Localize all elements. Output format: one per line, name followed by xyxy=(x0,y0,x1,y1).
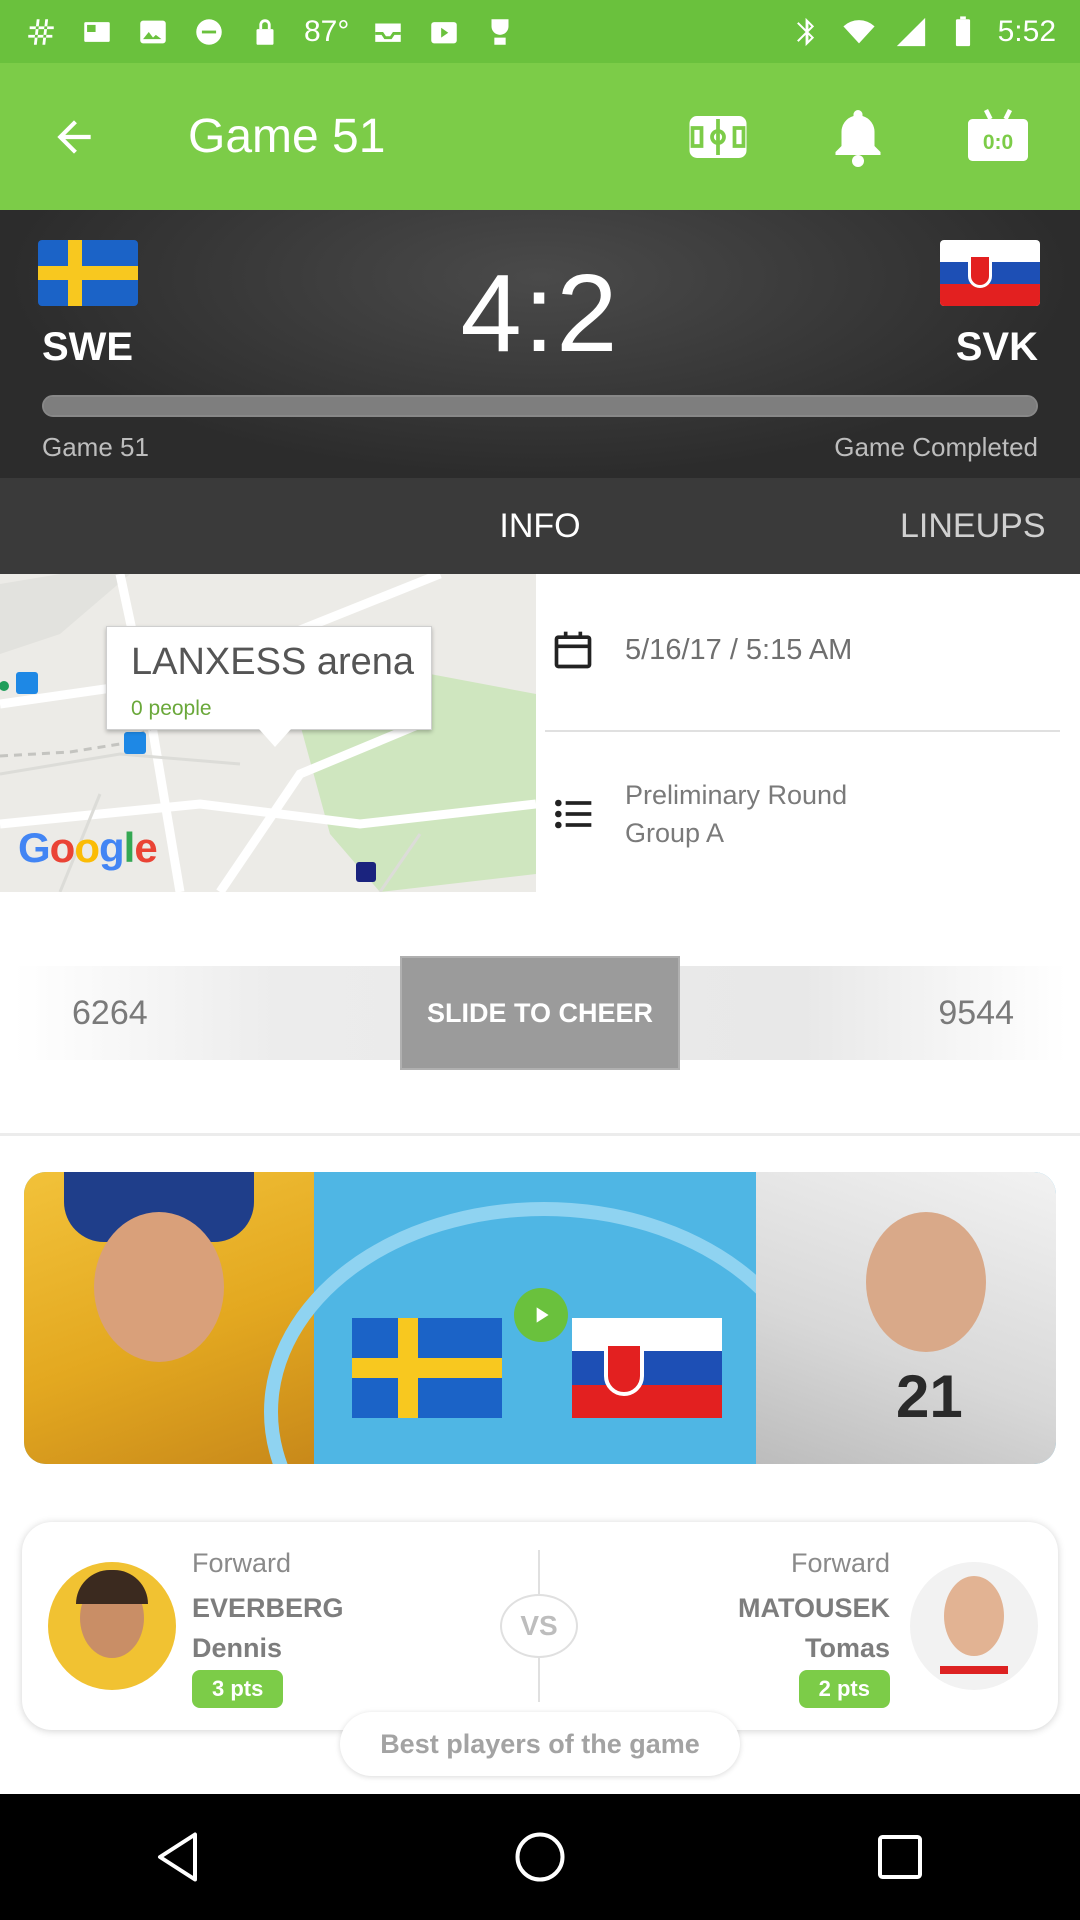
right-player-avatar xyxy=(910,1562,1038,1690)
section-divider xyxy=(0,1133,1080,1136)
field-icon xyxy=(689,115,747,158)
cellular-icon xyxy=(894,15,928,49)
tab-info[interactable]: INFO xyxy=(440,478,640,574)
home-cheer-count: 6264 xyxy=(72,993,148,1032)
page-title: Game 51 xyxy=(188,110,386,163)
video-slovakia-flag-icon xyxy=(572,1318,722,1418)
image-icon xyxy=(136,15,170,49)
left-player-avatar xyxy=(48,1562,176,1690)
left-player-points-badge: 3 pts xyxy=(192,1670,284,1708)
lock-icon xyxy=(248,15,282,49)
bluetooth-icon xyxy=(790,15,824,49)
hashtag-icon xyxy=(24,15,58,49)
round-row: Preliminary Round Group A xyxy=(545,774,1060,854)
slide-to-cheer-handle[interactable]: SLIDE TO CHEER xyxy=(400,956,680,1070)
left-player-last-name: EVERBERG xyxy=(192,1593,344,1623)
right-player-first-name: Tomas xyxy=(804,1633,890,1663)
venue-map[interactable]: LANXESS arena 0 people Google xyxy=(0,574,536,892)
right-player-position: Forward xyxy=(790,1548,890,1578)
system-nav-bar xyxy=(0,1794,1080,1920)
nav-home-button[interactable] xyxy=(480,1807,600,1907)
venue-tooltip[interactable]: LANXESS arena 0 people xyxy=(106,626,432,747)
right-player-last-name: MATOUSEK xyxy=(737,1593,890,1623)
play-button[interactable] xyxy=(514,1288,568,1342)
no-disturb-icon xyxy=(192,15,226,49)
best-players-card[interactable]: Forward EVERBERG Dennis 3 pts VS Forward… xyxy=(22,1522,1058,1730)
venue-attendance: 0 people xyxy=(131,697,212,720)
bell-icon xyxy=(835,109,881,167)
inbox-icon xyxy=(371,15,405,49)
nav-recents-button[interactable] xyxy=(840,1807,960,1907)
match-info-section: LANXESS arena 0 people Google 5/16/17 / … xyxy=(0,574,1080,892)
score-header: SWE 4:2 SVK Game 51 Game Completed xyxy=(0,210,1080,478)
google-logo: Google xyxy=(18,824,158,871)
triangle-back-icon xyxy=(158,1832,197,1882)
date-row: 5/16/17 / 5:15 AM xyxy=(545,622,1060,678)
back-button[interactable] xyxy=(24,87,124,187)
away-cheer-count: 9544 xyxy=(938,993,1014,1032)
status-bar: 87° 5:52 xyxy=(0,0,1080,63)
calendar-icon xyxy=(545,622,601,678)
nav-back-button[interactable] xyxy=(120,1807,240,1907)
game-progress-bar xyxy=(42,395,1038,417)
scoreboard-icon: 0:0 xyxy=(968,108,1028,161)
news-icon xyxy=(80,15,114,49)
round-text: Preliminary Round Group A xyxy=(625,776,847,852)
round-line-2: Group A xyxy=(625,818,725,848)
info-divider xyxy=(545,730,1060,732)
away-team-code: SVK xyxy=(955,325,1038,369)
video-sweden-flag-icon xyxy=(352,1318,502,1418)
right-player-points-badge: 2 pts xyxy=(798,1670,890,1708)
list-icon xyxy=(545,786,601,842)
square-recents-icon xyxy=(878,1835,922,1879)
circle-home-icon xyxy=(515,1832,565,1882)
play-store-icon xyxy=(427,15,461,49)
app-bar: Game 51 0:0 xyxy=(0,63,1080,210)
game-status: Game Completed xyxy=(834,432,1038,462)
left-player-first-name: Dennis xyxy=(192,1633,283,1663)
notifications-button[interactable] xyxy=(806,85,910,189)
game-label: Game 51 xyxy=(42,432,149,462)
round-line-1: Preliminary Round xyxy=(625,780,848,810)
game-progress-fill xyxy=(44,397,1036,415)
field-button[interactable] xyxy=(666,85,770,189)
clock-text: 5:52 xyxy=(997,14,1056,48)
right-player-name: MATOUSEK Tomas xyxy=(738,1588,890,1668)
arrow-left-icon xyxy=(57,119,91,154)
left-player-position: Forward xyxy=(192,1548,292,1578)
vs-badge: VS xyxy=(500,1594,578,1658)
tab-bar: INFO LINEUPS xyxy=(0,478,1080,574)
game-icon xyxy=(483,15,517,49)
left-player-name: EVERBERG Dennis xyxy=(192,1588,344,1668)
battery-icon xyxy=(946,15,980,49)
wifi-icon xyxy=(842,15,876,49)
venue-name: LANXESS arena xyxy=(131,641,415,683)
video-player-right-image: 21 xyxy=(756,1172,1056,1464)
best-players-label: Best players of the game xyxy=(340,1712,740,1776)
match-date-time: 5/16/17 / 5:15 AM xyxy=(625,633,853,666)
match-highlight-video[interactable]: 21 xyxy=(24,1172,1056,1464)
tab-lineups[interactable]: LINEUPS xyxy=(900,478,1080,574)
scoreboard-button[interactable]: 0:0 xyxy=(946,85,1050,189)
play-icon xyxy=(536,1307,549,1323)
temperature-text: 87° xyxy=(304,14,350,48)
match-score: 4:2 xyxy=(460,252,620,375)
svg-text:0:0: 0:0 xyxy=(983,131,1013,154)
